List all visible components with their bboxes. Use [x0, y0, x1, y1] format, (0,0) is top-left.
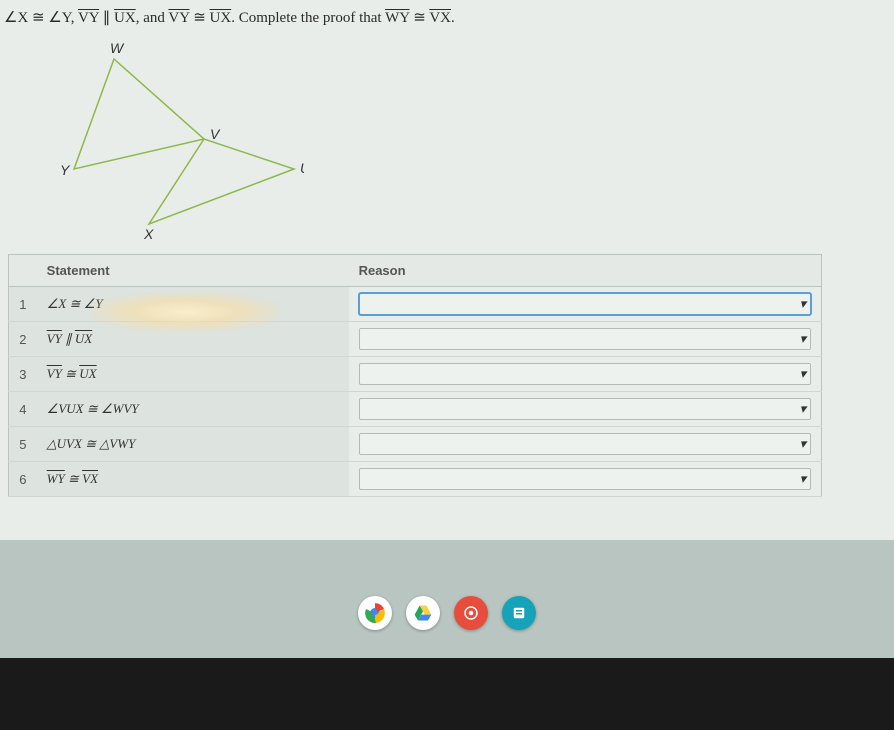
proof-table: Statement Reason 1 ∠X ≅ ∠Y ▾ 2 VY ∥ UX ▾…	[8, 254, 822, 497]
reason-dropdown-3[interactable]: ▾	[359, 363, 811, 385]
device-bezel	[0, 658, 894, 730]
row-num: 1	[9, 287, 37, 322]
row-stmt: VY ≅ UX	[37, 357, 349, 392]
table-row: 4 ∠VUX ≅ ∠WVY ▾	[9, 392, 822, 427]
label-u: U	[300, 160, 304, 176]
chevron-down-icon: ▾	[799, 366, 806, 382]
row-stmt: △UVX ≅ △VWY	[37, 427, 349, 462]
table-row: 5 △UVX ≅ △VWY ▾	[9, 427, 822, 462]
row-num: 4	[9, 392, 37, 427]
col-num-header	[9, 255, 37, 287]
table-row: 2 VY ∥ UX ▾	[9, 322, 822, 357]
reason-dropdown-4[interactable]: ▾	[359, 398, 811, 420]
col-reason-header: Reason	[349, 255, 822, 287]
row-stmt: VY ∥ UX	[37, 322, 349, 357]
label-x: X	[143, 226, 154, 239]
period: .	[451, 10, 455, 26]
given-text-1: ∠X ≅ ∠Y,	[4, 10, 78, 26]
reason-dropdown-5[interactable]: ▾	[359, 433, 811, 455]
label-v: V	[210, 126, 221, 142]
table-row: 6 WY ≅ VX ▾	[9, 462, 822, 497]
seg-wy: WY	[385, 10, 409, 26]
proof-rows: 1 ∠X ≅ ∠Y ▾ 2 VY ∥ UX ▾ 3 VY ≅ UX ▾ 4 ∠V…	[9, 287, 822, 497]
row-num: 2	[9, 322, 37, 357]
chevron-down-icon: ▾	[799, 331, 806, 347]
taskbar-dock	[358, 596, 536, 630]
parallel-sym: ∥	[99, 10, 114, 26]
row-num: 6	[9, 462, 37, 497]
drive-icon[interactable]	[406, 596, 440, 630]
reason-dropdown-1[interactable]: ▾	[359, 293, 811, 315]
col-statement-header: Statement	[37, 255, 349, 287]
row-num: 3	[9, 357, 37, 392]
label-w: W	[110, 40, 125, 56]
seg-vy2: VY	[168, 10, 189, 26]
chevron-down-icon: ▾	[799, 296, 806, 312]
chrome-icon[interactable]	[358, 596, 392, 630]
prove-prefix: . Complete the proof that	[231, 10, 385, 26]
row-stmt: ∠VUX ≅ ∠WVY	[37, 392, 349, 427]
table-row: 1 ∠X ≅ ∠Y ▾	[9, 287, 822, 322]
worksheet-area: ∠X ≅ ∠Y, VY ∥ UX, and VY ≅ UX. Complete …	[0, 0, 894, 540]
and-text: , and	[136, 10, 169, 26]
seg-vy: VY	[78, 10, 99, 26]
red-app-icon[interactable]	[454, 596, 488, 630]
row-stmt: ∠X ≅ ∠Y	[37, 287, 349, 322]
row-stmt: WY ≅ VX	[37, 462, 349, 497]
chevron-down-icon: ▾	[799, 401, 806, 417]
triangle-diagram: W V Y U X	[44, 39, 304, 239]
chevron-down-icon: ▾	[799, 436, 806, 452]
row-num: 5	[9, 427, 37, 462]
reason-dropdown-2[interactable]: ▾	[359, 328, 811, 350]
cong-sym2: ≅	[410, 10, 430, 26]
problem-statement: ∠X ≅ ∠Y, VY ∥ UX, and VY ≅ UX. Complete …	[4, 8, 890, 27]
reason-dropdown-6[interactable]: ▾	[359, 468, 811, 490]
seg-vx: VX	[429, 10, 451, 26]
cong-sym: ≅	[189, 10, 209, 26]
table-row: 3 VY ≅ UX ▾	[9, 357, 822, 392]
chevron-down-icon: ▾	[799, 471, 806, 487]
label-y: Y	[60, 162, 71, 178]
teal-app-icon[interactable]	[502, 596, 536, 630]
seg-ux: UX	[114, 10, 136, 26]
seg-ux2: UX	[210, 10, 232, 26]
